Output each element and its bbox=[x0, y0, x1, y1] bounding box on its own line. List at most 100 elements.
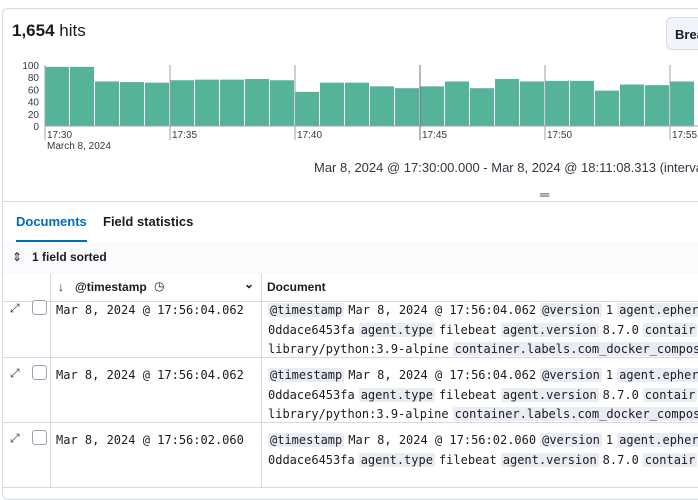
field-value: library/python:3.9-alpine bbox=[268, 342, 449, 356]
histogram-bar bbox=[545, 80, 569, 126]
field-value: 8.7.0 bbox=[602, 322, 639, 337]
column-divider bbox=[261, 423, 262, 487]
document-line: @timestamp Mar 8, 2024 @ 17:56:04.062 @ver… bbox=[268, 301, 698, 321]
y-tick-label: 40 bbox=[28, 98, 40, 109]
timestamp-cell: Mar 8, 2024 @ 17:56:04.062 bbox=[56, 303, 244, 317]
histogram-bar bbox=[445, 81, 469, 126]
field-key: agent.type bbox=[358, 322, 435, 337]
sort-arrow-icon[interactable]: ↓ bbox=[58, 280, 64, 294]
table-row[interactable]: ⤢ Mar 8, 2024 @ 17:56:02.060 @timestamp Mar… bbox=[3, 423, 698, 488]
sort-button[interactable]: 1 field sorted bbox=[32, 250, 107, 264]
field-key: @timestamp bbox=[268, 368, 345, 382]
histogram-bar bbox=[645, 85, 669, 126]
column-divider bbox=[50, 293, 51, 357]
field-value: Mar 8, 2024 @ 17:56:04.062 bbox=[348, 303, 537, 317]
field-value: 0ddace6453fa bbox=[268, 322, 355, 337]
table-row[interactable]: ⤢ Mar 8, 2024 @ 17:56:04.062 @timestamp Mar… bbox=[3, 293, 698, 358]
field-key: agent.epher bbox=[617, 303, 698, 317]
field-value: 1 bbox=[605, 303, 614, 317]
field-key: agent.version bbox=[500, 452, 599, 467]
histogram-bar bbox=[670, 81, 694, 126]
document-cell: @timestamp Mar 8, 2024 @ 17:56:04.062 @ver… bbox=[268, 366, 698, 425]
histogram-chart[interactable]: 1008060 40200 17:30 17:35 17:40 17:45 17:50 17:… bbox=[3, 9, 698, 159]
histogram-bar bbox=[420, 86, 444, 126]
row-checkbox[interactable] bbox=[32, 300, 47, 315]
histogram-bar bbox=[395, 88, 419, 126]
row-checkbox[interactable] bbox=[32, 430, 47, 445]
y-tick-label: 20 bbox=[28, 110, 40, 121]
histogram-bar bbox=[320, 82, 344, 126]
field-value: 8.7.0 bbox=[602, 387, 639, 402]
document-line: 0ddace6453fa agent.type filebeat agent.vers… bbox=[268, 451, 698, 471]
expand-icon[interactable]: ⤢ bbox=[10, 431, 20, 446]
document-cell: @timestamp Mar 8, 2024 @ 17:56:02.060 @ver… bbox=[268, 431, 698, 470]
histogram-bar bbox=[220, 79, 244, 126]
document-cell: @timestamp Mar 8, 2024 @ 17:56:04.062 @ver… bbox=[268, 301, 698, 360]
field-key: contair bbox=[642, 387, 698, 402]
histogram-bar bbox=[195, 79, 219, 126]
field-value: 0ddace6453fa bbox=[268, 387, 355, 402]
histogram-bar bbox=[245, 79, 269, 126]
histogram-bar bbox=[620, 84, 644, 126]
expand-icon[interactable]: ⤢ bbox=[10, 366, 20, 381]
column-divider bbox=[50, 358, 51, 422]
histogram-bar bbox=[45, 66, 69, 126]
field-key: contair bbox=[642, 452, 698, 467]
field-key: container.labels.com_docker_compos bbox=[452, 407, 698, 421]
x-tick-label: 17:55 bbox=[672, 130, 697, 141]
tab-field-statistics[interactable]: Field statistics bbox=[103, 202, 193, 242]
table-row[interactable]: ⤢ Mar 8, 2024 @ 17:56:04.062 @timestamp Mar… bbox=[3, 358, 698, 423]
column-divider bbox=[261, 293, 262, 357]
document-line: @timestamp Mar 8, 2024 @ 17:56:04.062 @ver… bbox=[268, 366, 698, 386]
row-checkbox[interactable] bbox=[32, 365, 47, 380]
histogram-bar bbox=[95, 81, 119, 126]
field-key: agent.epher bbox=[617, 433, 698, 447]
histogram-bar bbox=[70, 66, 94, 126]
histogram-bar bbox=[120, 82, 144, 126]
resize-handle[interactable]: ═ bbox=[540, 187, 549, 202]
sort-icon[interactable]: ⇕ bbox=[12, 250, 22, 264]
field-value: Mar 8, 2024 @ 17:56:02.060 bbox=[348, 433, 537, 447]
histogram-bar bbox=[345, 82, 369, 126]
field-key: container.labels.com_docker_compos bbox=[452, 342, 698, 356]
field-value: filebeat bbox=[438, 322, 497, 337]
timestamp-cell: Mar 8, 2024 @ 17:56:02.060 bbox=[56, 433, 244, 447]
field-key: agent.type bbox=[358, 387, 435, 402]
document-line: 0ddace6453fa agent.type filebeat agent.vers… bbox=[268, 386, 698, 406]
chevron-down-icon[interactable]: ⌄ bbox=[244, 277, 254, 291]
x-date-label: March 8, 2024 bbox=[47, 141, 111, 152]
field-value: 1 bbox=[605, 368, 614, 382]
histogram-bar bbox=[570, 80, 594, 126]
histogram-bar bbox=[295, 91, 319, 126]
column-header-document[interactable]: Document bbox=[267, 280, 326, 294]
histogram-bar bbox=[145, 82, 169, 126]
time-range-label: Mar 8, 2024 @ 17:30:00.000 - Mar 8, 2024… bbox=[314, 160, 698, 175]
field-key: contair bbox=[642, 322, 698, 337]
x-tick-label: 17:35 bbox=[172, 130, 197, 141]
y-tick-label: 60 bbox=[28, 85, 40, 96]
field-key: @timestamp bbox=[268, 303, 345, 317]
field-key: agent.version bbox=[500, 322, 599, 337]
expand-icon[interactable]: ⤢ bbox=[10, 301, 20, 316]
field-key: agent.epher bbox=[617, 368, 698, 382]
field-key: @version bbox=[540, 303, 602, 317]
field-value: filebeat bbox=[438, 387, 497, 402]
field-value: Mar 8, 2024 @ 17:56:04.062 bbox=[348, 368, 537, 382]
field-value: filebeat bbox=[438, 452, 497, 467]
sort-toolbar: ⇕ 1 field sorted bbox=[3, 242, 698, 275]
timestamp-cell: Mar 8, 2024 @ 17:56:04.062 bbox=[56, 368, 244, 382]
document-line: library/python:3.9-alpine container.label… bbox=[268, 340, 698, 360]
x-tick-label: 17:45 bbox=[422, 130, 447, 141]
field-key: @version bbox=[540, 368, 602, 382]
field-value: library/python:3.9-alpine bbox=[268, 407, 449, 421]
document-line: @timestamp Mar 8, 2024 @ 17:56:02.060 @ver… bbox=[268, 431, 698, 451]
field-key: agent.type bbox=[358, 452, 435, 467]
y-tick-label: 100 bbox=[22, 61, 39, 72]
field-key: agent.version bbox=[500, 387, 599, 402]
tab-documents[interactable]: Documents bbox=[16, 202, 87, 242]
field-key: @timestamp bbox=[268, 433, 345, 447]
column-header-timestamp[interactable]: @timestamp bbox=[75, 280, 147, 294]
column-divider bbox=[261, 358, 262, 422]
histogram-bar bbox=[270, 80, 294, 126]
histogram-bar bbox=[495, 79, 519, 126]
